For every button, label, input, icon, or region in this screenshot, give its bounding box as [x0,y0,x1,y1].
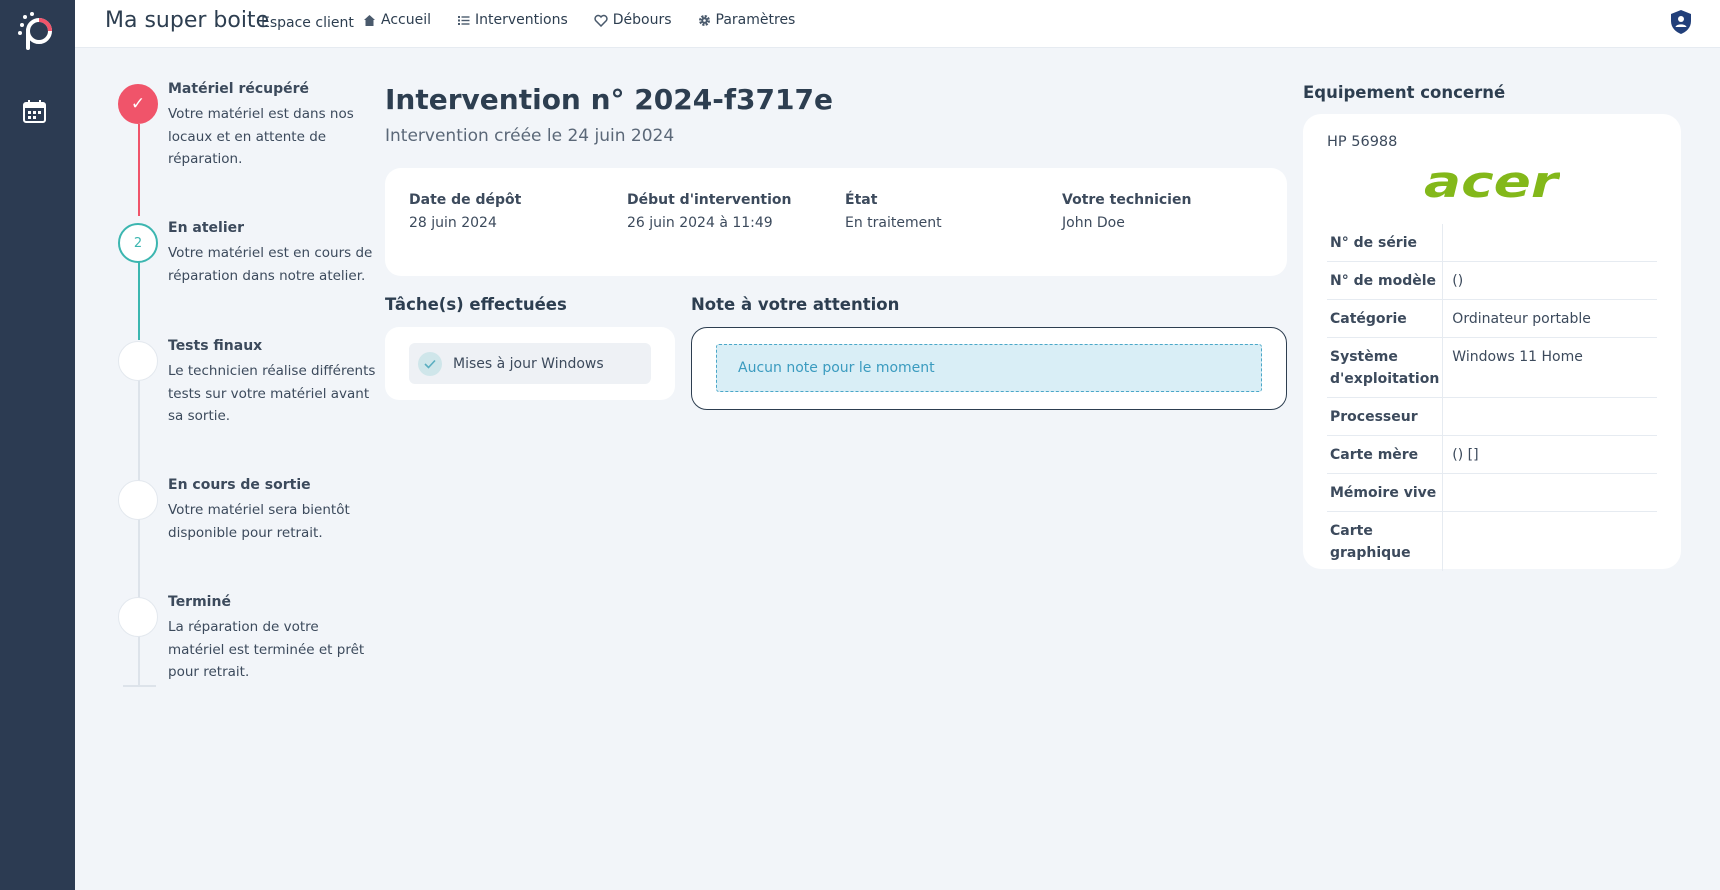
table-row: Carte mère() [] [1327,435,1657,474]
nav-parametres-label: Paramètres [715,12,796,28]
page-subtitle: Intervention créée le 24 juin 2024 [385,126,675,146]
info-etat: État En traitement [845,192,942,231]
spec-value: () [1442,261,1657,300]
spec-value [1442,473,1657,512]
nav-accueil[interactable]: Accueil [363,12,431,28]
table-row: N° de modèle() [1327,261,1657,300]
step-connector-current [138,258,140,340]
equipment-card: HP 56988 acer N° de série N° de modèle()… [1303,114,1681,571]
table-row: N° de série [1327,224,1657,262]
step-description: Votre matériel est en cours de réparatio… [168,245,373,284]
task-label: Mises à jour Windows [453,355,604,372]
spec-value: Ordinateur portable [1442,299,1657,338]
equipment-section-title: Equipement concerné [1303,83,1506,102]
spec-value [1442,397,1657,436]
spec-key: Système d'exploitation [1327,337,1444,398]
spec-value: Windows 11 Home [1442,337,1657,398]
check-icon [418,351,442,376]
brand-subtitle: Espace client [261,15,354,31]
step-pending-circle [118,341,158,381]
info-label: État [845,192,878,208]
step-description: La réparation de votre matériel est term… [168,619,365,680]
step-description: Votre matériel est dans nos locaux et en… [168,106,354,167]
spec-key: Carte graphique [1327,511,1444,571]
svg-text:acer: acer [1424,164,1560,204]
table-row: Système d'exploitation Windows 11 Home [1327,337,1657,398]
step-connector-end [123,685,156,687]
spec-key: Carte mère [1327,435,1444,474]
step-title: En cours de sortie [168,477,311,493]
nav-parametres[interactable]: Paramètres [698,12,796,28]
calendar-icon[interactable] [22,99,47,124]
info-label: Début d'intervention [627,192,792,208]
info-value: En traitement [845,215,942,231]
spec-key: N° de série [1327,224,1444,262]
info-label: Date de dépôt [409,192,522,208]
spec-value [1442,224,1657,262]
app-logo[interactable] [17,11,57,51]
step-title: Terminé [168,594,231,610]
sidebar [0,0,75,890]
info-debut-intervention: Début d'intervention 26 juin 2024 à 11:4… [627,192,792,231]
spec-key: N° de modèle [1327,261,1444,300]
step-description: Votre matériel sera bientôt disponible p… [168,502,350,541]
table-row: Catégorie Ordinateur portable [1327,299,1657,338]
note-card: Aucun note pour le moment [691,327,1287,410]
table-row: Mémoire vive [1327,473,1657,512]
home-icon [364,14,375,26]
info-label: Votre technicien [1062,192,1192,208]
step-connector-pending [138,380,140,686]
nav-interventions[interactable]: Interventions [457,12,568,28]
nav-debours-label: Débours [612,12,672,28]
spec-key: Catégorie [1327,299,1444,338]
tasks-section-title: Tâche(s) effectuées [385,295,567,314]
tasks-card: Mises à jour Windows [385,327,675,400]
spec-value [1443,512,1657,572]
table-row: Processeur [1327,397,1657,436]
list-icon [458,15,470,25]
gear-icon [698,14,710,26]
info-value: John Doe [1062,215,1125,231]
step-connector-done [138,124,140,216]
step-pending-circle [118,480,158,520]
table-row: Carte graphique [1327,511,1657,572]
acer-logo: acer [1424,157,1561,208]
equipment-name: HP 56988 [1327,134,1398,150]
nav-interventions-label: Interventions [475,12,568,28]
intervention-info-card: Date de dépôt 28 juin 2024 Début d'inter… [385,168,1287,276]
page-title: Intervention n° 2024-f3717e [385,83,833,116]
user-shield-icon[interactable] [1670,9,1692,35]
info-value: 26 juin 2024 à 11:49 [627,215,773,231]
step-pending-circle [118,597,158,637]
note-empty-message: Aucun note pour le moment [716,344,1262,392]
nav-accueil-label: Accueil [381,12,431,28]
main-nav: Accueil Interventions Débours Paramètres [363,12,821,28]
step-description: Le technicien réalise différents tests s… [168,363,376,424]
step-number: 2 [118,223,158,263]
top-header: Ma super boite Espace client Accueil Int… [75,0,1720,48]
spec-value: () [] [1442,435,1657,474]
nav-debours[interactable]: Débours [594,12,672,28]
spec-key: Mémoire vive [1327,473,1444,512]
info-value: 28 juin 2024 [409,215,497,231]
step-done-check-icon: ✓ [118,84,158,124]
heart-hand-icon [594,14,608,27]
note-section-title: Note à votre attention [691,295,900,314]
step-title: Matériel récupéré [168,81,310,97]
step-title: Tests finaux [168,338,263,354]
info-date-depot: Date de dépôt 28 juin 2024 [409,192,521,231]
spec-key: Processeur [1327,397,1444,436]
equipment-specs-table: N° de série N° de modèle() Catégorie Ordi… [1327,224,1657,571]
step-title: En atelier [168,220,245,236]
task-item: Mises à jour Windows [409,343,651,384]
info-technicien: Votre technicien John Doe [1062,192,1191,231]
brand-name[interactable]: Ma super boite [105,8,269,33]
